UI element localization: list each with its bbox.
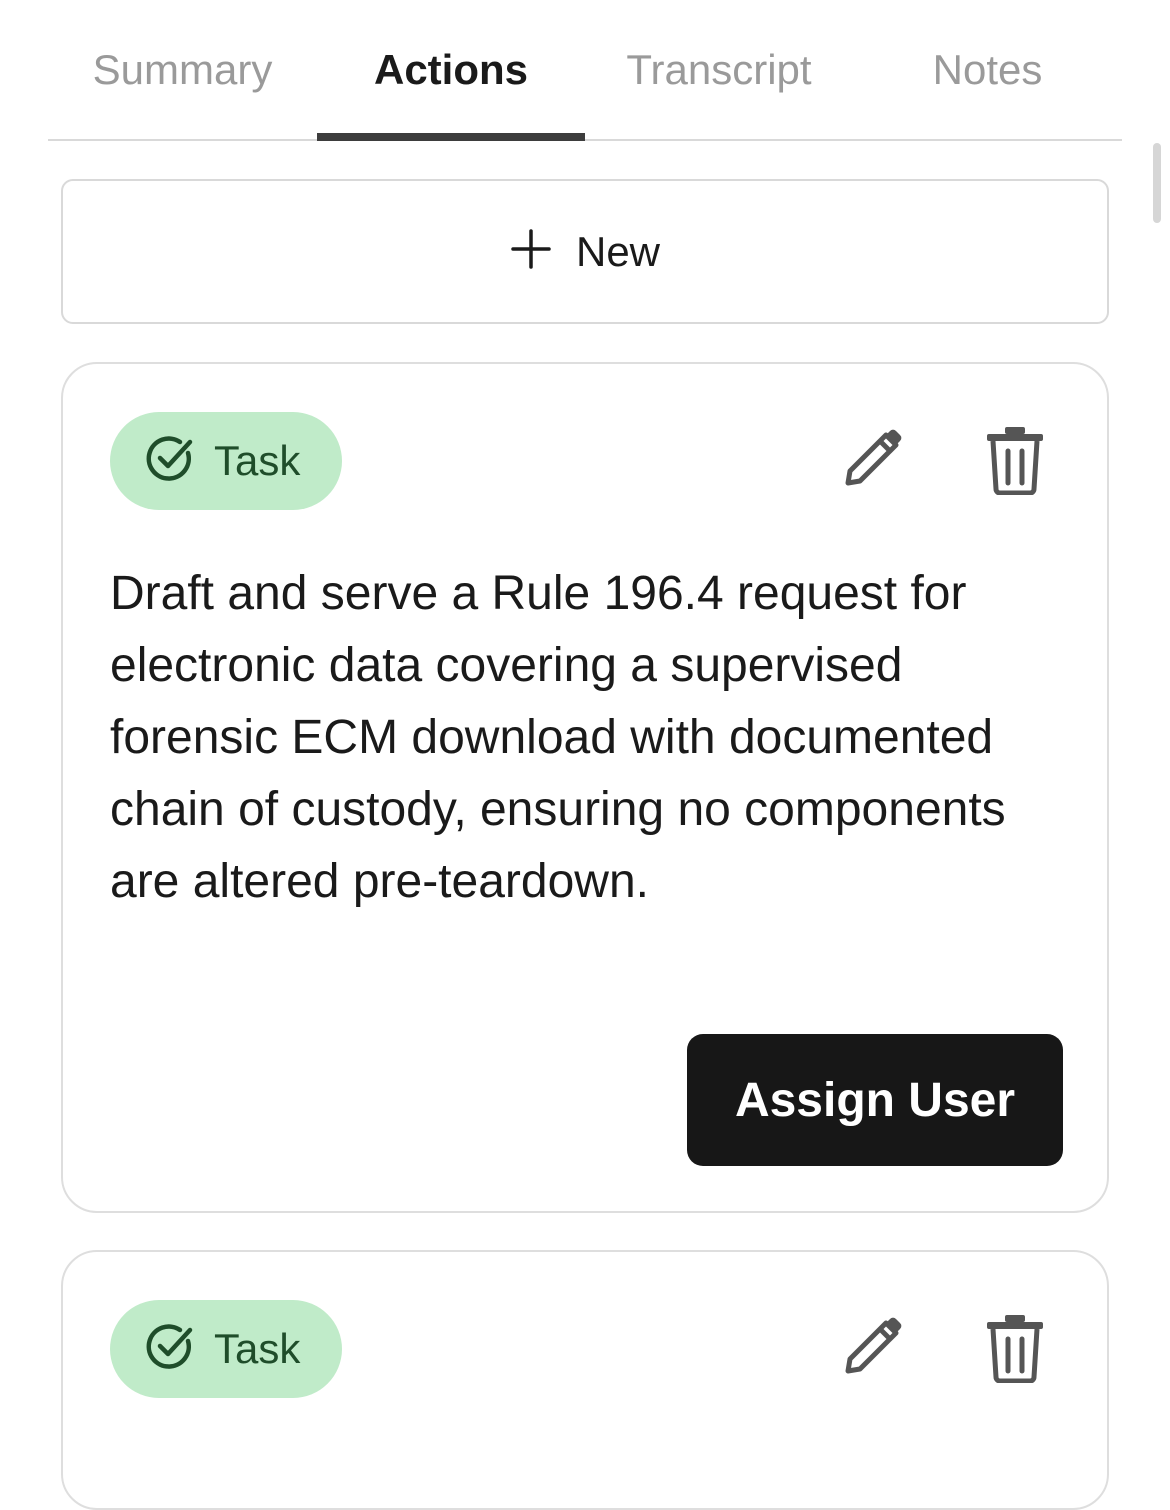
badge-label: Task: [214, 1325, 301, 1372]
pencil-icon: [838, 427, 904, 498]
badge-label: Task: [214, 437, 301, 484]
tab-summary[interactable]: Summary: [48, 0, 317, 139]
plus-icon: [510, 228, 552, 275]
task-badge: Task: [110, 1300, 342, 1398]
trash-icon: [985, 425, 1045, 500]
trash-icon: [985, 1313, 1045, 1388]
delete-button[interactable]: [977, 1312, 1053, 1388]
action-description: Draft and serve a Rule 196.4 request for…: [110, 567, 1006, 908]
new-button-label: New: [575, 227, 661, 275]
delete-button[interactable]: [977, 424, 1053, 500]
action-card: Task Draft and serve a Rule 196.4 reques…: [61, 362, 1109, 1213]
check-circle-icon: [144, 433, 196, 490]
edit-button[interactable]: [833, 1312, 909, 1388]
tab-actions[interactable]: Actions: [317, 0, 585, 139]
task-badge: Task: [110, 412, 342, 510]
edit-button[interactable]: [833, 424, 909, 500]
tab-transcript[interactable]: Transcript: [585, 0, 853, 139]
assign-user-button[interactable]: Assign User: [687, 1034, 1063, 1166]
tab-bar: Summary Actions Transcript Notes: [48, 0, 1122, 141]
scrollbar-thumb[interactable]: [1153, 143, 1161, 223]
check-circle-icon: [144, 1321, 196, 1378]
action-card: Task: [61, 1250, 1109, 1510]
tab-notes[interactable]: Notes: [853, 0, 1122, 139]
active-tab-indicator: [317, 133, 585, 141]
new-action-button[interactable]: New: [61, 179, 1109, 324]
pencil-icon: [838, 1315, 904, 1386]
